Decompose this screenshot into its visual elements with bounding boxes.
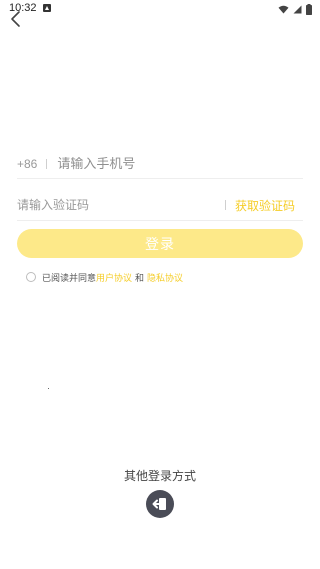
country-code[interactable]: +86 [17,157,37,171]
other-login-button[interactable] [146,490,174,518]
agreement-checkbox[interactable] [26,272,36,282]
divider [46,159,48,169]
divider [224,200,226,210]
battery-icon [306,3,312,15]
divider [17,178,303,179]
wifi-icon [278,5,289,13]
dot-mark [48,388,49,389]
agreement-and-text: 和 [135,273,145,284]
agreement-text: 已阅读并同意 [42,273,97,284]
divider [17,220,303,221]
back-button[interactable] [6,9,26,29]
signal-icon [293,5,302,13]
phone-input[interactable] [57,156,303,172]
user-agreement-link[interactable]: 用户协议 [96,271,132,284]
verification-row: 获取验证码 [17,191,303,219]
other-login-title: 其他登录方式 [123,469,196,483]
login-button[interactable]: 登录 [17,229,303,258]
phone-row: +86 [17,150,303,178]
login-exit-icon [152,498,166,510]
status-bar: 10:32 [0,0,320,18]
get-code-button[interactable]: 获取验证码 [235,197,295,214]
agreement-row: 已阅读并同意 用户协议 和 隐私协议 [26,270,183,284]
notification-icon [43,4,51,12]
privacy-policy-link[interactable]: 隐私协议 [147,271,183,284]
chevron-left-icon [11,11,20,27]
status-icons [278,3,312,15]
verification-code-input[interactable] [17,198,225,212]
login-screen: 10:32 +86 获取验证码 登 [0,0,320,569]
